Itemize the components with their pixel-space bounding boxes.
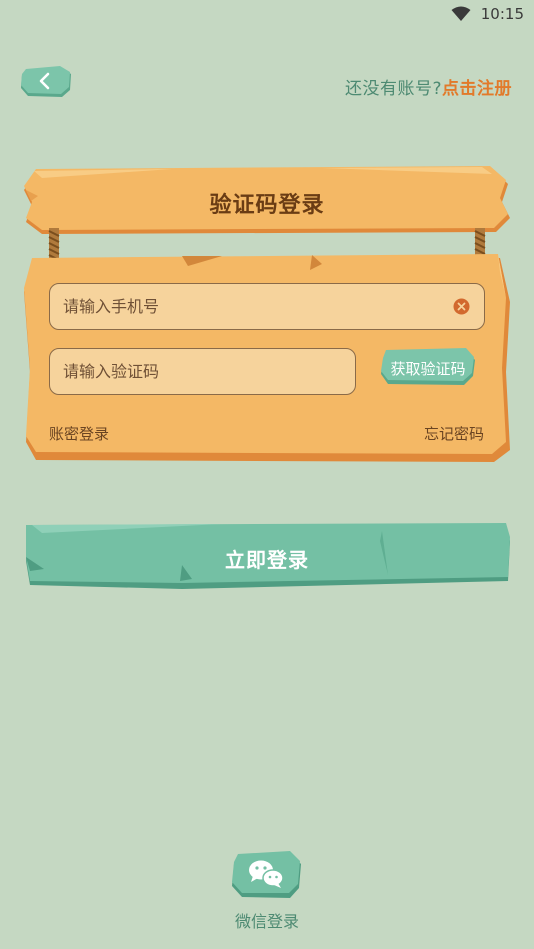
register-row: 还没有账号?点击注册 <box>345 74 512 99</box>
get-code-button[interactable]: 获取验证码 <box>380 348 476 386</box>
back-button[interactable] <box>20 66 72 98</box>
title-board: 验证码登录 <box>22 166 512 238</box>
password-login-link[interactable]: 账密登录 <box>49 423 109 444</box>
forgot-password-link[interactable]: 忘记密码 <box>424 423 484 444</box>
login-button-label: 立即登录 <box>225 548 309 572</box>
wechat-login-button[interactable] <box>230 850 302 900</box>
page-title: 验证码登录 <box>209 193 325 218</box>
login-form-board: 获取验证码 账密登录 忘记密码 <box>22 252 512 464</box>
status-time: 10:15 <box>480 5 524 23</box>
register-question: 还没有账号? <box>344 79 442 99</box>
wifi-icon <box>451 6 471 21</box>
get-code-label: 获取验证码 <box>390 360 466 378</box>
register-link[interactable]: 点击注册 <box>442 79 512 99</box>
phone-field[interactable] <box>49 283 485 330</box>
login-button[interactable]: 立即登录 <box>22 521 512 591</box>
code-input[interactable] <box>50 349 355 394</box>
status-bar: 10:15 <box>0 0 534 28</box>
wechat-login-label: 微信登录 <box>234 912 299 931</box>
code-field[interactable] <box>49 348 356 395</box>
phone-input[interactable] <box>50 284 484 329</box>
clear-icon[interactable] <box>453 298 470 315</box>
